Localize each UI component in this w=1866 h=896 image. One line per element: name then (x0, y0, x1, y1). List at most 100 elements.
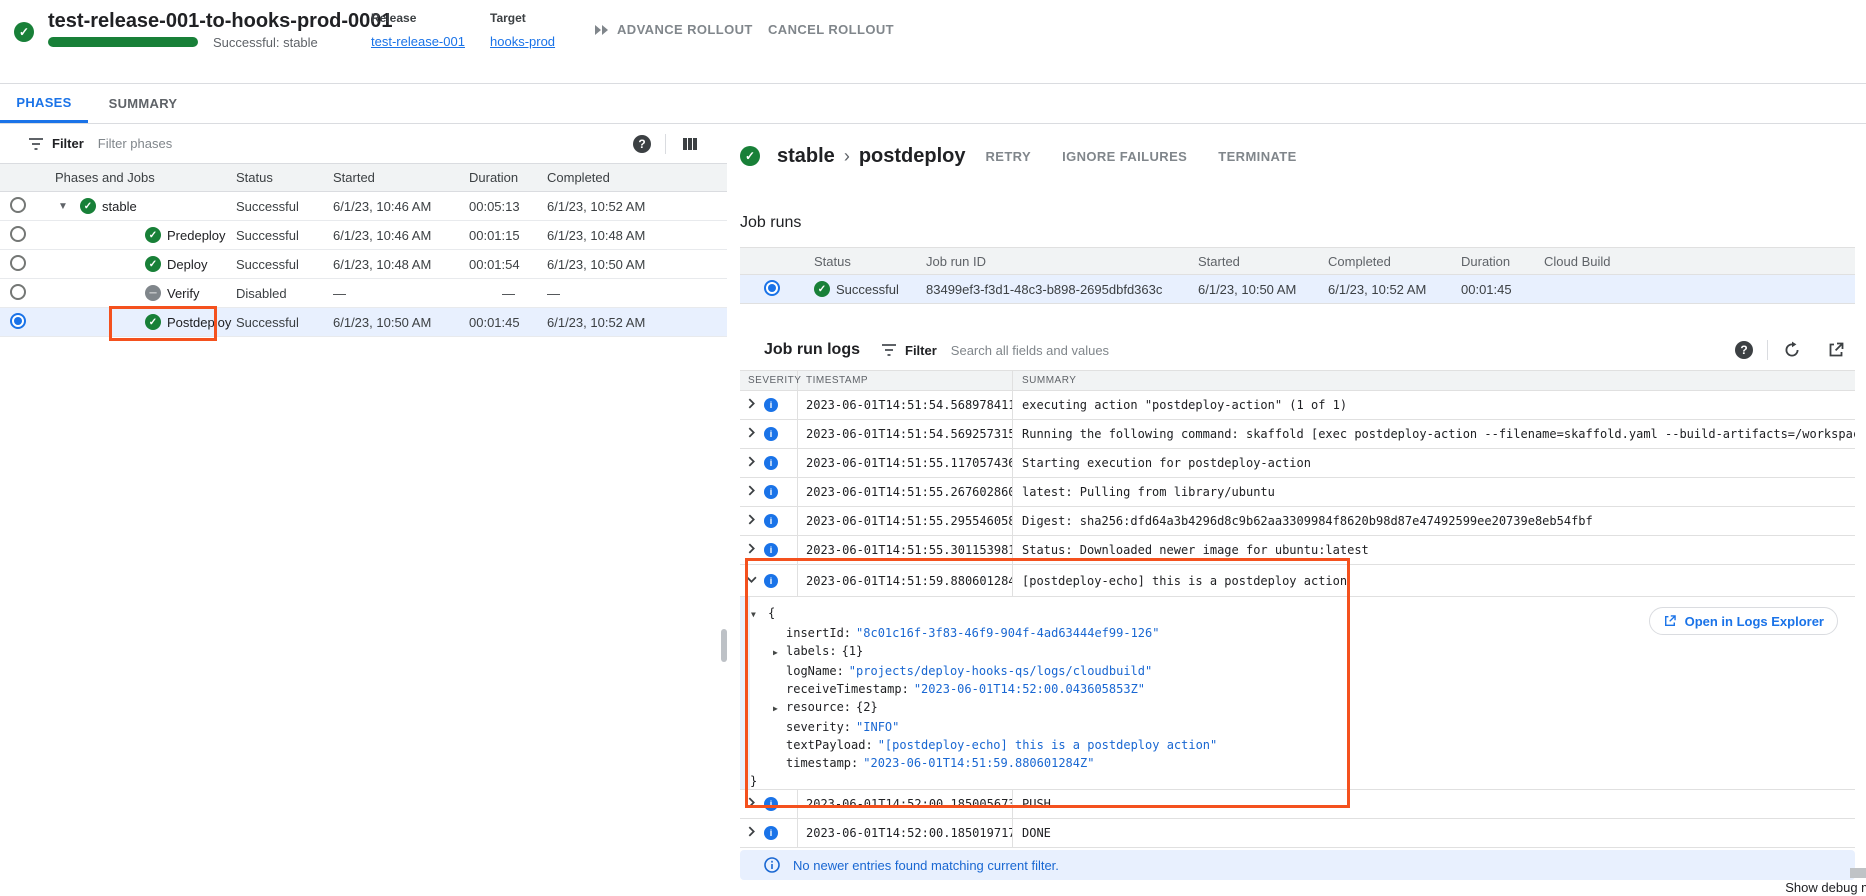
phase-name: Predeploy (167, 228, 226, 243)
retry-button[interactable]: RETRY (985, 149, 1031, 164)
advance-rollout-button[interactable]: ADVANCE ROLLOUT (594, 22, 753, 37)
cancel-rollout-button[interactable]: CANCEL ROLLOUT (768, 22, 894, 37)
phase-row[interactable]: ▼ ✓ Postdeploy Successful 6/1/23, 10:50 … (0, 308, 727, 337)
chevron-down-icon[interactable] (746, 572, 757, 590)
no-newer-entries-banner: No newer entries found matching current … (740, 850, 1855, 880)
phases-table-body: ▼ ✓ stable Successful 6/1/23, 10:46 AM 0… (0, 192, 727, 337)
info-icon[interactable]: i (764, 398, 778, 412)
expand-arrow-icon[interactable]: ▶ (773, 700, 786, 718)
log-timestamp: 2023-06-01T14:52:00.185019717Z (798, 819, 1013, 847)
info-icon[interactable]: i (764, 826, 778, 840)
log-entry[interactable]: i 2023-06-01T14:51:55.301153981Z Status:… (740, 536, 1855, 565)
job-run-row[interactable]: ✓ Successful 83499ef3-f3d1-48c3-b898-269… (740, 275, 1855, 304)
log-timestamp: 2023-06-01T14:51:55.301153981Z (798, 536, 1013, 564)
radio-button[interactable] (10, 313, 26, 329)
chevron-right-icon[interactable] (746, 512, 757, 530)
disabled-icon: ─ (145, 285, 161, 301)
phase-row[interactable]: ▼ ✓ Deploy Successful 6/1/23, 10:48 AM 0… (0, 250, 727, 279)
json-line: timestamp:"2023-06-01T14:51:59.880601284… (740, 754, 1855, 772)
rollout-header: ✓ test-release-001-to-hooks-prod-0001 Su… (0, 0, 1866, 84)
phase-row[interactable]: ▼ ✓ Predeploy Successful 6/1/23, 10:46 A… (0, 221, 727, 250)
info-icon[interactable]: i (764, 797, 778, 811)
filter-phases-input[interactable] (98, 136, 633, 151)
phase-name: Deploy (167, 257, 207, 272)
info-icon[interactable]: i (764, 543, 778, 557)
log-timestamp: 2023-06-01T14:51:55.117057436Z (798, 449, 1013, 477)
chevron-down-icon[interactable]: ▼ (58, 201, 72, 212)
job-run-id: 83499ef3-f3d1-48c3-b898-2695dbfd363c (926, 282, 1198, 297)
info-icon[interactable]: i (764, 514, 778, 528)
expand-arrow-icon[interactable]: ▼ (751, 606, 768, 624)
info-icon[interactable]: i (764, 485, 778, 499)
chevron-right-icon[interactable] (746, 795, 757, 813)
success-icon: ✓ (145, 314, 161, 330)
show-debug-link[interactable]: Show debug m (1785, 880, 1866, 895)
chevron-right-icon[interactable] (746, 425, 757, 443)
info-icon[interactable]: i (764, 427, 778, 441)
phase-row[interactable]: ▼ ✓ stable Successful 6/1/23, 10:46 AM 0… (0, 192, 727, 221)
open-in-new-icon[interactable] (1826, 340, 1846, 360)
phase-status: Successful (236, 315, 333, 330)
page-title: test-release-001-to-hooks-prod-0001 (48, 10, 393, 33)
info-icon[interactable]: i (764, 574, 778, 588)
log-summary: Status: Downloaded newer image for ubunt… (1013, 536, 1855, 564)
log-entry[interactable]: i 2023-06-01T14:52:00.185005673Z PUSH (740, 790, 1855, 819)
log-entry[interactable]: i 2023-06-01T14:51:54.569257315Z Running… (740, 420, 1855, 449)
phase-row[interactable]: ▼ ─ Verify Disabled — — — (0, 279, 727, 308)
json-line: textPayload:"[postdeploy-echo] this is a… (740, 736, 1855, 754)
chevron-right-icon[interactable] (746, 396, 757, 414)
log-entry[interactable]: i 2023-06-01T14:52:00.185019717Z DONE (740, 819, 1855, 848)
filter-label: Filter (52, 136, 84, 151)
phase-started: 6/1/23, 10:46 AM (333, 228, 469, 243)
open-in-logs-explorer-button[interactable]: Open in Logs Explorer (1649, 607, 1838, 635)
phases-table-header: Phases and Jobs Status Started Duration … (0, 164, 727, 192)
job-breadcrumb: ✓ stable › postdeploy RETRY IGNORE FAILU… (740, 140, 1855, 172)
tab-summary[interactable]: SUMMARY (88, 84, 198, 123)
ignore-failures-button[interactable]: IGNORE FAILURES (1062, 149, 1187, 164)
terminate-button[interactable]: TERMINATE (1218, 149, 1296, 164)
phases-filter-bar: Filter ? (0, 124, 727, 164)
help-icon[interactable]: ? (1735, 341, 1753, 359)
release-link[interactable]: test-release-001 (371, 34, 465, 49)
radio-button[interactable] (10, 255, 26, 271)
json-line: receiveTimestamp:"2023-06-01T14:52:00.04… (740, 680, 1855, 698)
log-summary: latest: Pulling from library/ubuntu (1013, 478, 1855, 506)
log-entry[interactable]: i 2023-06-01T14:51:54.568978411Z executi… (740, 391, 1855, 420)
help-icon[interactable]: ? (633, 135, 651, 153)
expand-arrow-icon[interactable]: ▶ (773, 644, 786, 662)
target-link[interactable]: hooks-prod (490, 34, 555, 49)
radio-button[interactable] (764, 280, 780, 296)
info-icon[interactable]: i (764, 456, 778, 470)
chevron-right-icon[interactable] (746, 824, 757, 842)
column-settings-icon[interactable] (680, 134, 700, 154)
chevron-right-icon[interactable] (746, 454, 757, 472)
phase-duration: 00:01:54 (469, 257, 547, 272)
scrollbar-corner (1850, 868, 1866, 878)
log-timestamp: 2023-06-01T14:51:55.267602860Z (798, 478, 1013, 506)
chevron-right-icon[interactable] (746, 483, 757, 501)
phase-duration: 00:01:45 (469, 315, 547, 330)
logs-filter-label: Filter (905, 343, 937, 358)
radio-button[interactable] (10, 197, 26, 213)
release-label: Release (371, 11, 465, 25)
logs-search-input[interactable] (951, 343, 1735, 358)
log-summary: Digest: sha256:dfd64a3b4296d8c9b62aa3309… (1013, 507, 1855, 535)
log-entry[interactable]: i 2023-06-01T14:51:55.295546058Z Digest:… (740, 507, 1855, 536)
chevron-right-icon[interactable] (746, 541, 757, 559)
success-icon: ✓ (145, 256, 161, 272)
json-value: "[postdeploy-echo] this is a postdeploy … (878, 738, 1218, 752)
log-entry-expanded[interactable]: i 2023-06-01T14:51:59.880601284Z [postde… (740, 565, 1855, 597)
log-entry[interactable]: i 2023-06-01T14:51:55.117057436Z Startin… (740, 449, 1855, 478)
log-entry[interactable]: i 2023-06-01T14:51:55.267602860Z latest:… (740, 478, 1855, 507)
refresh-icon[interactable] (1782, 340, 1802, 360)
log-summary: Starting execution for postdeploy-action (1013, 449, 1855, 477)
json-line: severity:"INFO" (740, 718, 1855, 736)
json-value: "INFO" (856, 720, 899, 734)
cloud-deploy-rollout-page: ✓ test-release-001-to-hooks-prod-0001 Su… (0, 0, 1866, 896)
progress-bar (48, 37, 198, 47)
tab-phases[interactable]: PHASES (0, 84, 88, 123)
log-timestamp: 2023-06-01T14:51:55.295546058Z (798, 507, 1013, 535)
phase-name: Verify (167, 286, 200, 301)
radio-button[interactable] (10, 226, 26, 242)
radio-button[interactable] (10, 284, 26, 300)
